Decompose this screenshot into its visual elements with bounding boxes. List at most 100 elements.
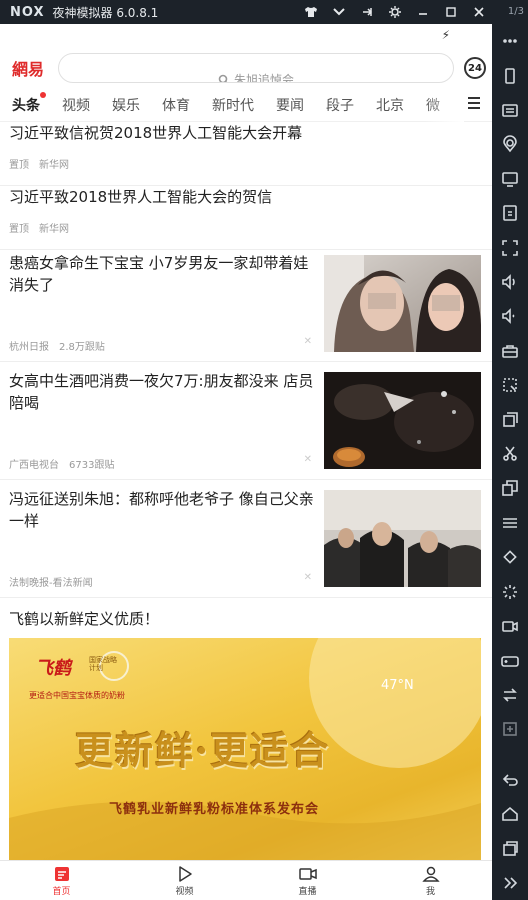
bottom-nav: 首页 视频 直播 我 (0, 860, 492, 900)
page-counter: 1/3 (507, 6, 524, 17)
news-title: 习近平致2018世界人工智能大会的贺信 (9, 188, 273, 206)
ad-banner[interactable]: 飞鹤 国家战略计划 更适合中国宝宝体质的奶粉 47°N 更新鲜·更适合 飞鹤乳业… (9, 638, 481, 864)
ad-slogan: 更适合中国宝宝体质的奶粉 (29, 691, 125, 700)
news-meta: 置顶 新华网 (9, 156, 69, 171)
nav-video[interactable]: 视频 (123, 861, 246, 900)
emulator-titlebar: NOX 夜神模拟器 6.0.8.1 1/3 (0, 0, 528, 24)
tab-sports[interactable]: 体育 (162, 95, 190, 115)
channel-menu-icon[interactable] (468, 97, 480, 109)
recent-apps-icon[interactable] (492, 831, 528, 865)
chevron-down-icon[interactable] (330, 3, 348, 21)
list-item[interactable]: 患癌女拿命生下宝宝 小7岁男友一家却带着娃消失了 杭州日报 2.8万跟贴 ✕ (0, 250, 492, 362)
nav-live[interactable]: 直播 (246, 861, 369, 900)
news-thumbnail (324, 255, 481, 352)
add-icon[interactable] (492, 712, 528, 746)
gear-icon[interactable] (386, 3, 404, 21)
home-icon[interactable] (492, 797, 528, 831)
gamepad-icon[interactable] (492, 643, 528, 677)
search-placeholder: 朱旭追悼会 (233, 73, 294, 83)
list-item[interactable]: 习近平致信祝贺2018世界人工智能大会开幕 置顶 新华网 (0, 122, 492, 186)
tabs-fade (424, 88, 464, 122)
nav-me[interactable]: 我 (369, 861, 492, 900)
ad-headline: 飞鹤以新鲜定义优质！ (9, 610, 160, 628)
tab-new-era[interactable]: 新时代 (212, 95, 254, 115)
fullscreen-icon[interactable] (492, 230, 528, 264)
tab-headlines[interactable]: 头条 (12, 91, 46, 115)
search-input[interactable]: 朱旭追悼会 (58, 53, 454, 83)
nav-label: 首页 (52, 886, 71, 897)
multi-window-icon[interactable] (492, 471, 528, 505)
nav-label: 我 (425, 886, 435, 897)
search-icon (218, 74, 228, 82)
location-icon[interactable] (492, 127, 528, 161)
pinned-tag: 置顶 (9, 224, 29, 235)
apk-icon[interactable] (492, 196, 528, 230)
sync-icon[interactable] (492, 678, 528, 712)
news-comments: 6733跟贴 (69, 460, 115, 471)
charging-icon: ⚡ (441, 28, 450, 42)
news-meta: 广西电视台 6733跟贴 (9, 456, 114, 471)
phone-rotate-icon[interactable] (492, 58, 528, 92)
unread-dot (40, 91, 46, 98)
news-title: 冯远征送别朱旭：都称呼他老爷子 像自己父亲一样 (9, 490, 314, 530)
more-icon[interactable] (492, 24, 528, 58)
ad-brand: 飞鹤 (35, 658, 71, 679)
emulator-sidebar (492, 24, 528, 900)
toolbox-icon[interactable] (492, 334, 528, 368)
news-source: 法制晚报-看法新闻 (9, 578, 93, 589)
back-icon[interactable] (492, 763, 528, 797)
shake-icon[interactable] (492, 540, 528, 574)
status-bar: ⚡ (0, 24, 492, 48)
list-item[interactable]: 习近平致2018世界人工智能大会的贺信 置顶 新华网 (0, 186, 492, 250)
expand-icon[interactable] (492, 866, 528, 900)
titlebar-controls (302, 0, 488, 24)
tab-video[interactable]: 视频 (62, 95, 90, 115)
news-comments: 2.8万跟贴 (59, 342, 105, 353)
screenshot-icon[interactable] (492, 368, 528, 402)
dismiss-icon[interactable]: ✕ (304, 572, 312, 583)
menu-icon[interactable] (492, 506, 528, 540)
channel-tabs: 头条 视频 娱乐 体育 新时代 要闻 段子 北京 微 (0, 88, 492, 122)
pin-icon[interactable] (358, 3, 376, 21)
news-title: 患癌女拿命生下宝宝 小7岁男友一家却带着娃消失了 (9, 254, 309, 294)
news-source: 新华网 (39, 160, 69, 171)
minimize-icon[interactable] (414, 3, 432, 21)
loading-icon[interactable] (492, 575, 528, 609)
nav-home[interactable]: 首页 (0, 861, 123, 900)
list-item[interactable]: 女高中生酒吧消费一夜欠7万:朋友都没来 店员陪喝 广西电视台 6733跟贴 ✕ (0, 362, 492, 480)
maximize-icon[interactable] (442, 3, 460, 21)
play-icon (178, 865, 192, 882)
ad-event: 飞鹤乳业新鲜乳粉标准体系发布会 (109, 802, 320, 817)
hot-24-label: 24 (468, 62, 482, 74)
ad-big-text: 更新鲜·更适合 (75, 728, 331, 773)
news-meta: 法制晚报-看法新闻 (9, 574, 93, 589)
multi-open-icon[interactable] (492, 402, 528, 436)
scissors-icon[interactable] (492, 437, 528, 471)
volume-up-icon[interactable] (492, 265, 528, 299)
news-meta: 置顶 新华网 (9, 220, 69, 235)
phone-screen: ⚡ 網易 朱旭追悼会 24 头条 视频 娱乐 体育 新时代 要闻 段子 北京 微… (0, 24, 492, 900)
dismiss-icon[interactable]: ✕ (304, 454, 312, 465)
tab-important-news[interactable]: 要闻 (276, 95, 304, 115)
tab-beijing[interactable]: 北京 (376, 95, 404, 115)
ad-latitude: 47°N (381, 678, 414, 693)
record-icon[interactable] (492, 609, 528, 643)
shirt-icon[interactable] (302, 3, 320, 21)
list-item[interactable]: 冯远征送别朱旭：都称呼他老爷子 像自己父亲一样 法制晚报-看法新闻 ✕ (0, 480, 492, 598)
screen-icon[interactable] (492, 162, 528, 196)
search-placeholder-group: 朱旭追悼会 (218, 71, 294, 83)
news-source: 广西电视台 (9, 460, 59, 471)
tab-entertainment[interactable]: 娱乐 (112, 95, 140, 115)
camera-icon (298, 867, 317, 880)
volume-down-icon[interactable] (492, 299, 528, 333)
news-thumbnail (324, 490, 481, 587)
dismiss-icon[interactable]: ✕ (304, 336, 312, 347)
keyboard-icon[interactable] (492, 93, 528, 127)
emulator-title: 夜神模拟器 6.0.8.1 (52, 5, 159, 20)
news-source: 杭州日报 (9, 342, 49, 353)
app-logo[interactable]: 網易 (12, 56, 58, 80)
close-icon[interactable] (470, 3, 488, 21)
news-thumbnail (324, 372, 481, 469)
tab-jokes[interactable]: 段子 (326, 95, 354, 115)
hot-24-icon[interactable]: 24 (464, 57, 486, 79)
